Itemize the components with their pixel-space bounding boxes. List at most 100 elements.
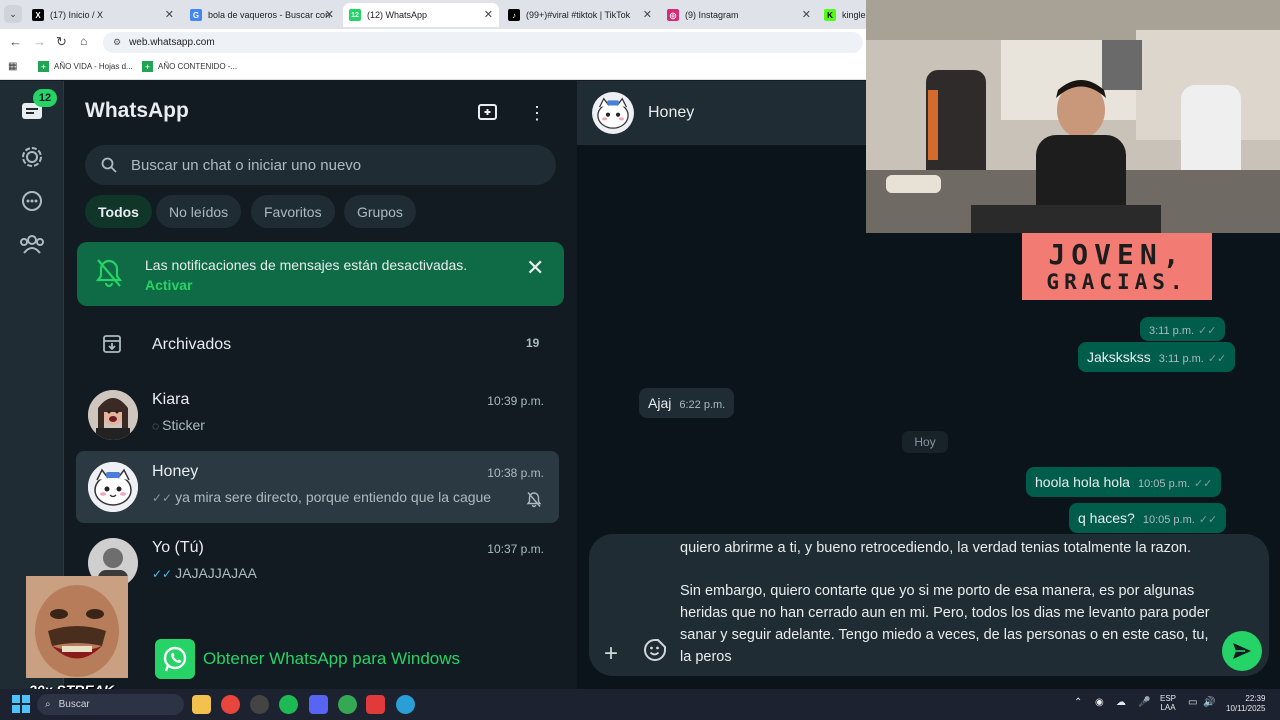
preview-text: ya mira sere directo, porque entiendo qu… — [175, 489, 492, 505]
menu-icon[interactable]: ⋮ — [528, 100, 546, 126]
kick-icon: K — [824, 9, 836, 21]
x-logo-icon: X — [32, 9, 44, 21]
taskbar-search[interactable]: ⌕ Buscar — [37, 694, 184, 715]
clock[interactable]: 22:39 10/11/2025 — [1226, 694, 1265, 714]
clock-date: 10/11/2025 — [1226, 704, 1266, 713]
tab-title: (17) Inicio / X — [50, 10, 104, 20]
site-info-icon[interactable]: ⚙ — [113, 37, 121, 48]
back-icon[interactable]: ← — [9, 34, 22, 49]
notification-banner: Las notificaciones de mensajes están des… — [77, 242, 564, 306]
file-explorer-icon[interactable] — [192, 695, 211, 714]
chat-time: 10:37 p.m. — [487, 542, 544, 556]
tab-x[interactable]: X (17) Inicio / X ✕ — [26, 3, 180, 27]
message-text: q haces? — [1078, 510, 1135, 526]
sheets-icon: + — [38, 61, 49, 72]
contact-avatar[interactable] — [592, 92, 634, 134]
volume-icon[interactable]: 🔊 — [1203, 697, 1215, 708]
notification-text: Las notificaciones de mensajes están des… — [145, 257, 468, 273]
notifications-off-icon — [95, 258, 123, 293]
home-icon[interactable]: ⌂ — [80, 34, 87, 48]
double-check-icon: ✓✓ — [1198, 325, 1217, 337]
tray-app-icon[interactable]: ◉ — [1095, 697, 1104, 708]
send-button[interactable] — [1222, 631, 1262, 671]
tab-kick[interactable]: K kingleo — [818, 3, 866, 27]
close-icon[interactable]: ✕ — [484, 8, 493, 21]
message-input[interactable]: quiero abrirme a ti, y bueno retrocedien… — [680, 538, 1220, 668]
close-icon[interactable]: ✕ — [802, 8, 811, 21]
tab-title: kingleo — [842, 10, 866, 20]
app-title: WhatsApp — [85, 99, 189, 122]
network-icon[interactable]: ▭ — [1188, 697, 1197, 708]
tiktok-icon: ♪ — [508, 9, 520, 21]
microphone-icon[interactable]: 🎤 — [1138, 697, 1150, 708]
obs-icon[interactable] — [250, 695, 269, 714]
language-indicator[interactable]: ESP LAA — [1160, 694, 1176, 712]
tab-title: (12) WhatsApp — [367, 10, 428, 20]
message-time: 10:05 p.m. — [1142, 514, 1195, 526]
double-check-read-icon: ✓✓ — [152, 567, 173, 581]
banner-line-2: GRACIAS. — [1046, 269, 1188, 294]
bookmark-label: AÑO VIDA - Hojas d... — [54, 62, 133, 71]
tab-tiktok[interactable]: ♪ (99+)#viral #tiktok | TikTok ✕ — [502, 3, 658, 27]
tray-cloud-icon[interactable]: ☁ — [1116, 697, 1126, 708]
close-icon[interactable]: ✕ — [526, 255, 544, 281]
tab-search-button[interactable]: ⌄ — [4, 5, 22, 23]
message-text: hoola hola hola — [1035, 474, 1130, 490]
status-icon[interactable] — [18, 143, 46, 171]
filter-favoritos[interactable]: Favoritos — [251, 195, 335, 228]
archived-count: 19 — [526, 336, 540, 350]
activate-link[interactable]: Activar — [145, 277, 192, 293]
spotify-icon[interactable] — [279, 695, 298, 714]
reload-icon[interactable]: ↻ — [56, 34, 67, 50]
browser-app-icon[interactable] — [396, 695, 415, 714]
close-icon[interactable]: ✕ — [165, 8, 174, 21]
contact-name[interactable]: Honey — [648, 104, 694, 122]
whatsapp-icon: 12 — [349, 9, 361, 21]
chrome-profile-icon[interactable] — [338, 695, 357, 714]
tab-instagram[interactable]: ◎ (9) Instagram ✕ — [661, 3, 817, 27]
communities-icon[interactable] — [18, 230, 46, 258]
get-windows-app-banner[interactable]: Obtener WhatsApp para Windows — [155, 638, 465, 680]
emoji-sticker-icon[interactable] — [643, 638, 667, 662]
tab-google[interactable]: G bola de vaqueros - Buscar con ✕ — [184, 3, 340, 27]
bookmark-label: AÑO CONTENIDO -... — [158, 62, 238, 71]
streak-image — [26, 576, 128, 678]
message-time: 10:05 p.m. — [1137, 478, 1190, 490]
archived-row[interactable]: Archivados 19 — [65, 320, 576, 368]
chat-row-honey[interactable]: Honey 10:38 p.m. ✓✓ ya mira sere directo,… — [76, 451, 559, 523]
chat-preview: ✓✓ JAJAJJAJAA — [152, 565, 257, 581]
chat-row-kiara[interactable]: Kiara 10:39 p.m. ◌ Sticker — [76, 379, 559, 451]
tray-chevron-icon[interactable]: ⌃ — [1074, 697, 1082, 708]
channels-icon[interactable] — [18, 187, 46, 215]
forward-icon[interactable]: → — [33, 34, 46, 49]
chrome-icon[interactable] — [221, 695, 240, 714]
bookmark-ano-vida[interactable]: + AÑO VIDA - Hojas d... — [38, 61, 133, 72]
muted-icon — [526, 491, 542, 513]
double-check-icon: ✓✓ — [1198, 514, 1218, 526]
text-overlay-banner: JOVEN, GRACIAS. — [1022, 233, 1212, 300]
bookmark-ano-contenido[interactable]: + AÑO CONTENIDO -... — [142, 61, 237, 72]
unread-badge: 12 — [33, 89, 57, 107]
attach-plus-icon[interactable]: + — [604, 640, 618, 668]
language-code: ESP — [1160, 694, 1177, 703]
search-bar[interactable] — [85, 145, 556, 185]
chat-row-yo[interactable]: Yo (Tú) 10:37 p.m. ✓✓ JAJAJJAJAA — [76, 527, 559, 599]
filter-grupos[interactable]: Grupos — [344, 195, 416, 228]
search-icon — [101, 157, 117, 173]
double-check-icon: ✓✓ — [1207, 353, 1227, 365]
discord-icon[interactable] — [309, 695, 328, 714]
windows-start-icon[interactable] — [12, 695, 30, 718]
address-bar[interactable]: ⚙ web.whatsapp.com — [103, 32, 863, 53]
tab-whatsapp[interactable]: 12 (12) WhatsApp ✕ — [343, 3, 499, 27]
close-icon[interactable]: ✕ — [325, 8, 334, 21]
close-icon[interactable]: ✕ — [643, 8, 652, 21]
language-layout: LAA — [1160, 703, 1176, 712]
apps-icon[interactable]: ▦ — [8, 61, 17, 72]
send-icon — [1233, 643, 1251, 659]
new-chat-icon[interactable] — [476, 100, 500, 124]
tab-title: (9) Instagram — [685, 10, 739, 20]
filter-todos[interactable]: Todos — [85, 195, 152, 228]
filter-no-leidos[interactable]: No leídos — [156, 195, 242, 228]
streaming-app-icon[interactable] — [366, 695, 385, 714]
search-input[interactable] — [131, 156, 551, 174]
